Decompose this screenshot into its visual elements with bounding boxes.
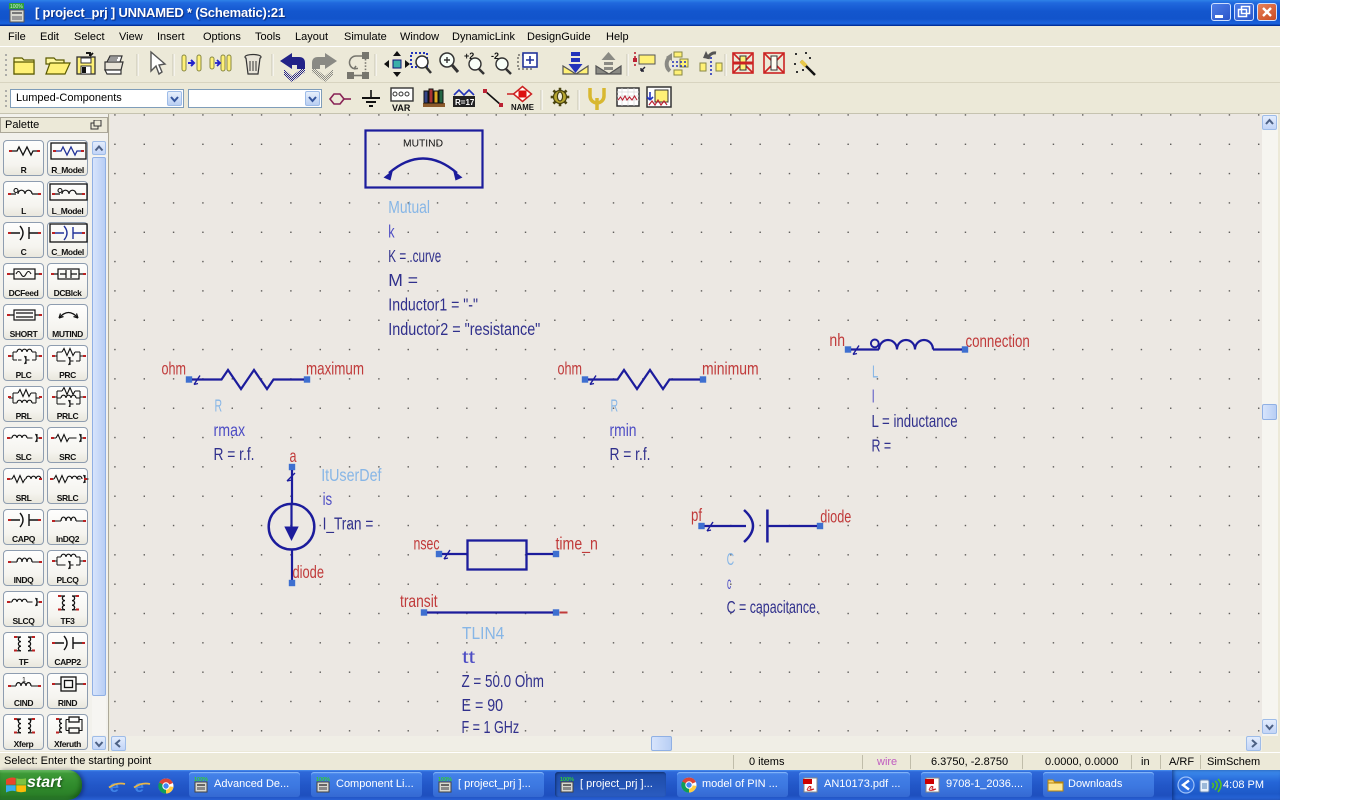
svg-text:100%: 100% bbox=[10, 4, 23, 10]
svg-text:tt: tt bbox=[462, 647, 475, 667]
svg-text:rmin: rmin bbox=[610, 420, 637, 440]
svg-text:Z = 50.0 Ohm: Z = 50.0 Ohm bbox=[462, 671, 544, 691]
svg-text:C = capacitance.: C = capacitance. bbox=[727, 597, 820, 617]
svg-text:Inductor1 = "-": Inductor1 = "-" bbox=[388, 295, 478, 315]
svg-text:connection: connection bbox=[966, 331, 1030, 351]
svg-text:MUTIND: MUTIND bbox=[403, 138, 443, 150]
svg-text:Inductor2 = "resistance": Inductor2 = "resistance" bbox=[388, 319, 540, 339]
svg-text:R=17: R=17 bbox=[455, 98, 475, 107]
svg-text:Mutual: Mutual bbox=[388, 197, 430, 217]
svg-text:k: k bbox=[388, 221, 395, 241]
svg-text:diode: diode bbox=[820, 507, 851, 527]
svg-text:R: R bbox=[215, 396, 223, 416]
svg-text:ohm: ohm bbox=[558, 359, 583, 379]
svg-text:transit: transit bbox=[400, 591, 438, 611]
svg-text:VAR: VAR bbox=[392, 103, 411, 113]
svg-text:R =: R = bbox=[872, 435, 892, 455]
svg-text:a: a bbox=[290, 446, 297, 466]
svg-text:ItUserDef: ItUserDef bbox=[321, 465, 381, 485]
svg-text:R: R bbox=[611, 396, 619, 416]
svg-text:ohm: ohm bbox=[162, 359, 187, 379]
svg-text:L = inductance: L = inductance bbox=[872, 411, 958, 431]
svg-text:l: l bbox=[872, 386, 874, 406]
svg-text:K = .curve: K = .curve bbox=[388, 246, 441, 266]
svg-text:E = 90: E = 90 bbox=[462, 695, 504, 715]
svg-text:rmax: rmax bbox=[214, 420, 246, 440]
svg-text:R = r.f.: R = r.f. bbox=[214, 444, 255, 464]
svg-text:maximum: maximum bbox=[306, 359, 364, 379]
svg-text:c: c bbox=[727, 573, 731, 593]
svg-text:C: C bbox=[727, 549, 735, 569]
svg-text:F = 1 GHz: F = 1 GHz bbox=[462, 717, 520, 736]
svg-text:I_Tran =: I_Tran = bbox=[323, 514, 374, 534]
svg-text:minimum: minimum bbox=[702, 359, 759, 379]
svg-text:L: L bbox=[872, 362, 878, 382]
svg-text:time_n: time_n bbox=[556, 534, 598, 554]
svg-text:TLIN4: TLIN4 bbox=[462, 623, 505, 643]
svg-text:is: is bbox=[323, 489, 333, 509]
svg-text:M =: M = bbox=[388, 270, 418, 290]
svg-text:diode: diode bbox=[293, 562, 325, 582]
svg-text:R = r.f.: R = r.f. bbox=[610, 444, 651, 464]
svg-text:nsec: nsec bbox=[414, 534, 440, 554]
svg-text:pf: pf bbox=[691, 505, 702, 525]
svg-text:NAME: NAME bbox=[511, 102, 534, 112]
svg-text:nh: nh bbox=[829, 330, 845, 350]
